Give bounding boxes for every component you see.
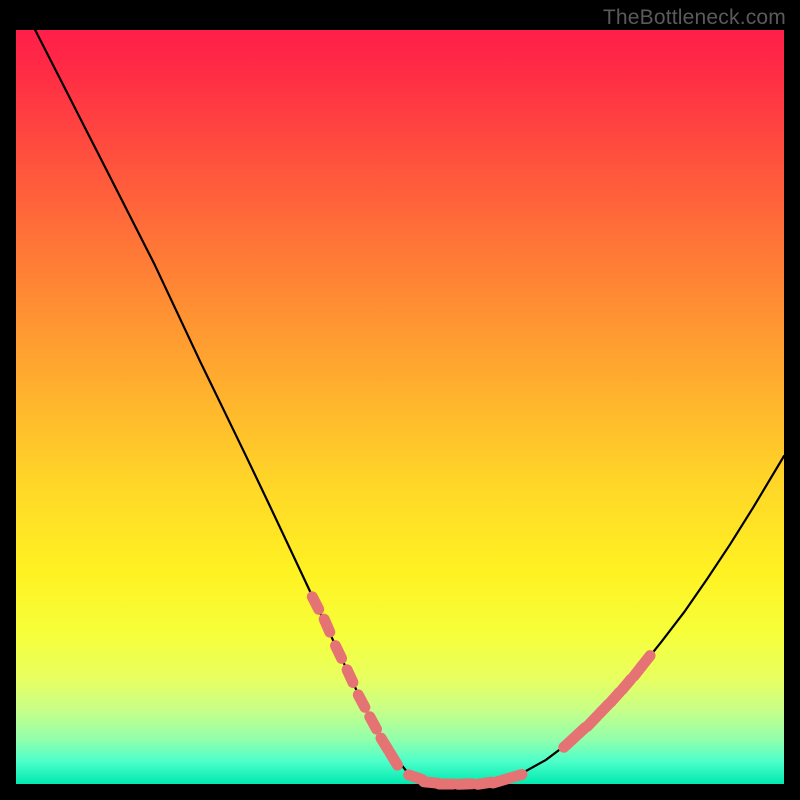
chart-frame: TheBottleneck.com [0, 0, 800, 800]
curve-marker [509, 775, 522, 779]
plot-area [16, 30, 784, 784]
curve-marker [347, 670, 353, 683]
curve-marker [336, 646, 342, 659]
bottleneck-curve [16, 0, 784, 784]
curve-marker [324, 619, 330, 632]
curve-marker [358, 695, 365, 707]
curve-layer [16, 30, 784, 784]
curve-marker [370, 717, 377, 729]
watermark-text: TheBottleneck.com [603, 6, 786, 30]
curve-marker [381, 738, 388, 750]
curve-marker [390, 753, 397, 765]
marker-layer [312, 597, 650, 785]
curve-marker [458, 784, 472, 785]
curve-marker [312, 597, 318, 610]
curve-marker [641, 656, 650, 667]
curve-marker [622, 679, 631, 690]
